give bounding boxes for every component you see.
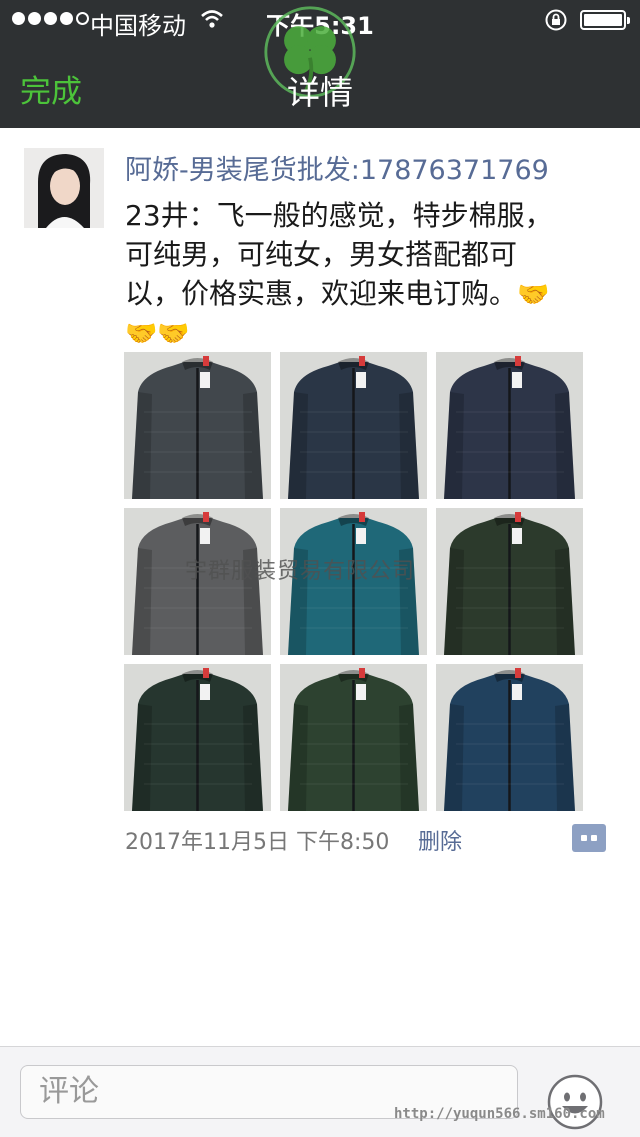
photo-thumbnail[interactable] [280, 352, 427, 499]
top-bar: 中国移动 下午5:31 完成 详情 [0, 0, 640, 128]
post-text-line: 23井：飞一般的感觉，特步棉服， [125, 199, 553, 232]
avatar[interactable] [24, 148, 104, 228]
photo-thumbnail[interactable] [436, 664, 583, 811]
photo-thumbnail[interactable] [436, 508, 583, 655]
post-text-line: 以，价格实惠，欢迎来电订购。🤝 [125, 277, 550, 310]
emoji-icon[interactable] [546, 1073, 604, 1131]
photo-thumbnail[interactable] [436, 352, 583, 499]
post-text-line: 可纯男，可纯女，男女搭配都可 [125, 238, 518, 271]
post-text-line: 🤝🤝 [125, 313, 595, 352]
post-text: 23井：飞一般的感觉，特步棉服， 可纯男，可纯女，男女搭配都可 以，价格实惠，欢… [125, 196, 595, 352]
watermark-url: http://yuqun566.sm160.com [394, 1106, 605, 1122]
handshake-emoji-icon: 🤝 [517, 280, 550, 310]
author-name[interactable]: 阿娇-男装尾货批发:17876371769 [125, 148, 549, 187]
handshake-emoji-icon: 🤝 [157, 319, 190, 349]
page-title: 详情 [287, 73, 353, 112]
comment-bar: 评论 [0, 1046, 640, 1137]
photo-thumbnail[interactable] [280, 664, 427, 811]
rotation-lock-icon [545, 9, 567, 31]
watermark: 宇群服装贸易有限公司 [185, 559, 416, 584]
comment-toggle-icon[interactable] [572, 824, 606, 852]
post-timestamp: 2017年11月5日 下午8:50 [125, 830, 390, 855]
handshake-emoji-icon: 🤝 [125, 319, 158, 349]
battery-icon [580, 10, 630, 30]
photo-thumbnail[interactable] [124, 352, 271, 499]
photo-thumbnail[interactable] [124, 664, 271, 811]
delete-button[interactable]: 删除 [418, 824, 462, 856]
